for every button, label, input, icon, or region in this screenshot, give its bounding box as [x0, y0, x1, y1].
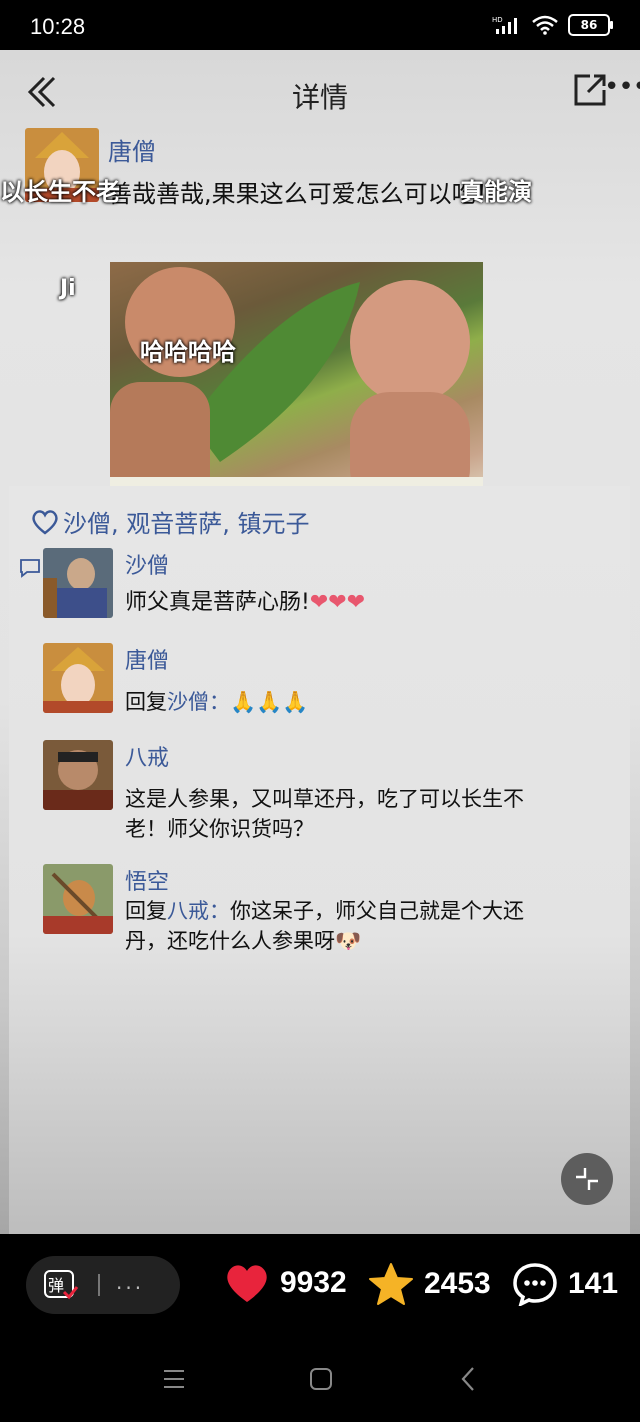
comment-text: 回复沙僧：🙏🙏🙏 [125, 687, 565, 717]
collapse-icon [576, 1168, 598, 1190]
comment-body: 师父真是菩萨心肠! [125, 590, 310, 615]
battery-level: 86 [580, 18, 598, 32]
comment-text: 师父真是菩萨心肠!❤❤❤ [125, 588, 565, 618]
like-count: 9932 [280, 1266, 347, 1299]
post-author-name[interactable]: 唐僧 [108, 132, 156, 167]
comment-icon [513, 1263, 557, 1306]
comment-avatar[interactable] [43, 548, 113, 618]
page-title: 详情 [291, 81, 348, 114]
reply-mention[interactable]: 八戒 [167, 899, 209, 923]
comments-panel: 沙僧, 观音菩萨, 镇元子 沙僧 师父真是菩萨心肠!❤❤❤ 唐僧 回复沙僧：🙏🙏… [9, 486, 630, 1234]
comment-avatar[interactable] [43, 740, 113, 810]
heart-icon [227, 1265, 267, 1302]
status-icons: HD 86 [492, 14, 613, 36]
signal-icon: HD [492, 16, 517, 34]
comment-author[interactable]: 八戒 [125, 740, 169, 772]
system-nav-bar [0, 1338, 640, 1422]
back-icon[interactable] [458, 1366, 478, 1392]
reply-prefix: 回复 [125, 690, 167, 714]
star-icon [369, 1263, 413, 1305]
comment-bubble-icon [20, 559, 40, 578]
action-bar: 弹 ... 9932 2453 141 [0, 1234, 640, 1338]
more-options-icon[interactable]: ••• [604, 72, 640, 102]
comment-author[interactable]: 唐僧 [125, 643, 169, 675]
like-heart-outline-icon [32, 509, 58, 535]
comment-count: 141 [568, 1267, 619, 1300]
divider [98, 1274, 100, 1296]
reply-separator: ： [209, 690, 230, 714]
comment-stat[interactable]: 141 [512, 1262, 618, 1306]
danmaku-comment: 哈哈哈哈 [140, 338, 236, 366]
post-text: 善哉善哉,果果这么可爱怎么可以吃！ [108, 180, 500, 208]
nav-header: 详情 ••• [0, 50, 640, 140]
favorite-count: 2453 [424, 1267, 491, 1300]
status-time: 10:28 [30, 14, 86, 39]
danmaku-comment: 真能演 [460, 178, 532, 206]
comment-avatar[interactable] [43, 864, 113, 934]
doge-emoji: 🐶 [335, 929, 362, 953]
danmaku-comment: 以长生不老 [0, 178, 120, 206]
reply-prefix: 回复 [125, 899, 167, 923]
favorite-stat[interactable]: 2453 [368, 1262, 491, 1306]
comment-text: 这是人参果，又叫草还丹，吃了可以长生不老！师父你识货吗？ [125, 787, 524, 841]
status-bar: 10:28 HD 86 [0, 0, 640, 50]
danmaku-icon: 弹 [44, 1270, 78, 1300]
likes-row: 沙僧, 观音菩萨, 镇元子 [31, 504, 310, 539]
danmaku-label: 弹 [48, 1276, 64, 1295]
comment-author[interactable]: 悟空 [125, 864, 169, 896]
battery-icon: 86 [568, 14, 613, 36]
pray-emoji: 🙏🙏🙏 [230, 690, 309, 714]
post-image[interactable] [110, 262, 483, 509]
reply-separator: ： [209, 899, 230, 923]
detail-screen: 详情 ••• 唐僧 善哉善哉,果果这么可爱怎么可以吃！ 以长生不老 真能演 Ji [0, 50, 640, 1234]
home-icon[interactable] [309, 1367, 333, 1391]
heart-emoji: ❤❤❤ [309, 590, 366, 615]
comment-text: 回复八戒：你这呆子，师父自己就是个大还丹，还吃什么人参果呀🐶 [125, 896, 565, 956]
collapse-button[interactable] [561, 1153, 613, 1205]
danmaku-comment: Ji [60, 276, 76, 301]
comment-avatar[interactable] [43, 643, 113, 713]
wifi-icon [532, 15, 558, 35]
comment-author[interactable]: 沙僧 [125, 548, 169, 580]
reply-mention[interactable]: 沙僧 [167, 690, 209, 714]
recent-apps-icon[interactable] [162, 1368, 186, 1390]
danmaku-input-dots[interactable]: ... [116, 1270, 144, 1294]
like-stat[interactable]: 9932 [224, 1262, 347, 1304]
danmaku-toggle[interactable]: 弹 ... [26, 1256, 180, 1314]
likes-names[interactable]: 沙僧, 观音菩萨, 镇元子 [63, 504, 310, 539]
network-type-label: HD [492, 16, 503, 24]
